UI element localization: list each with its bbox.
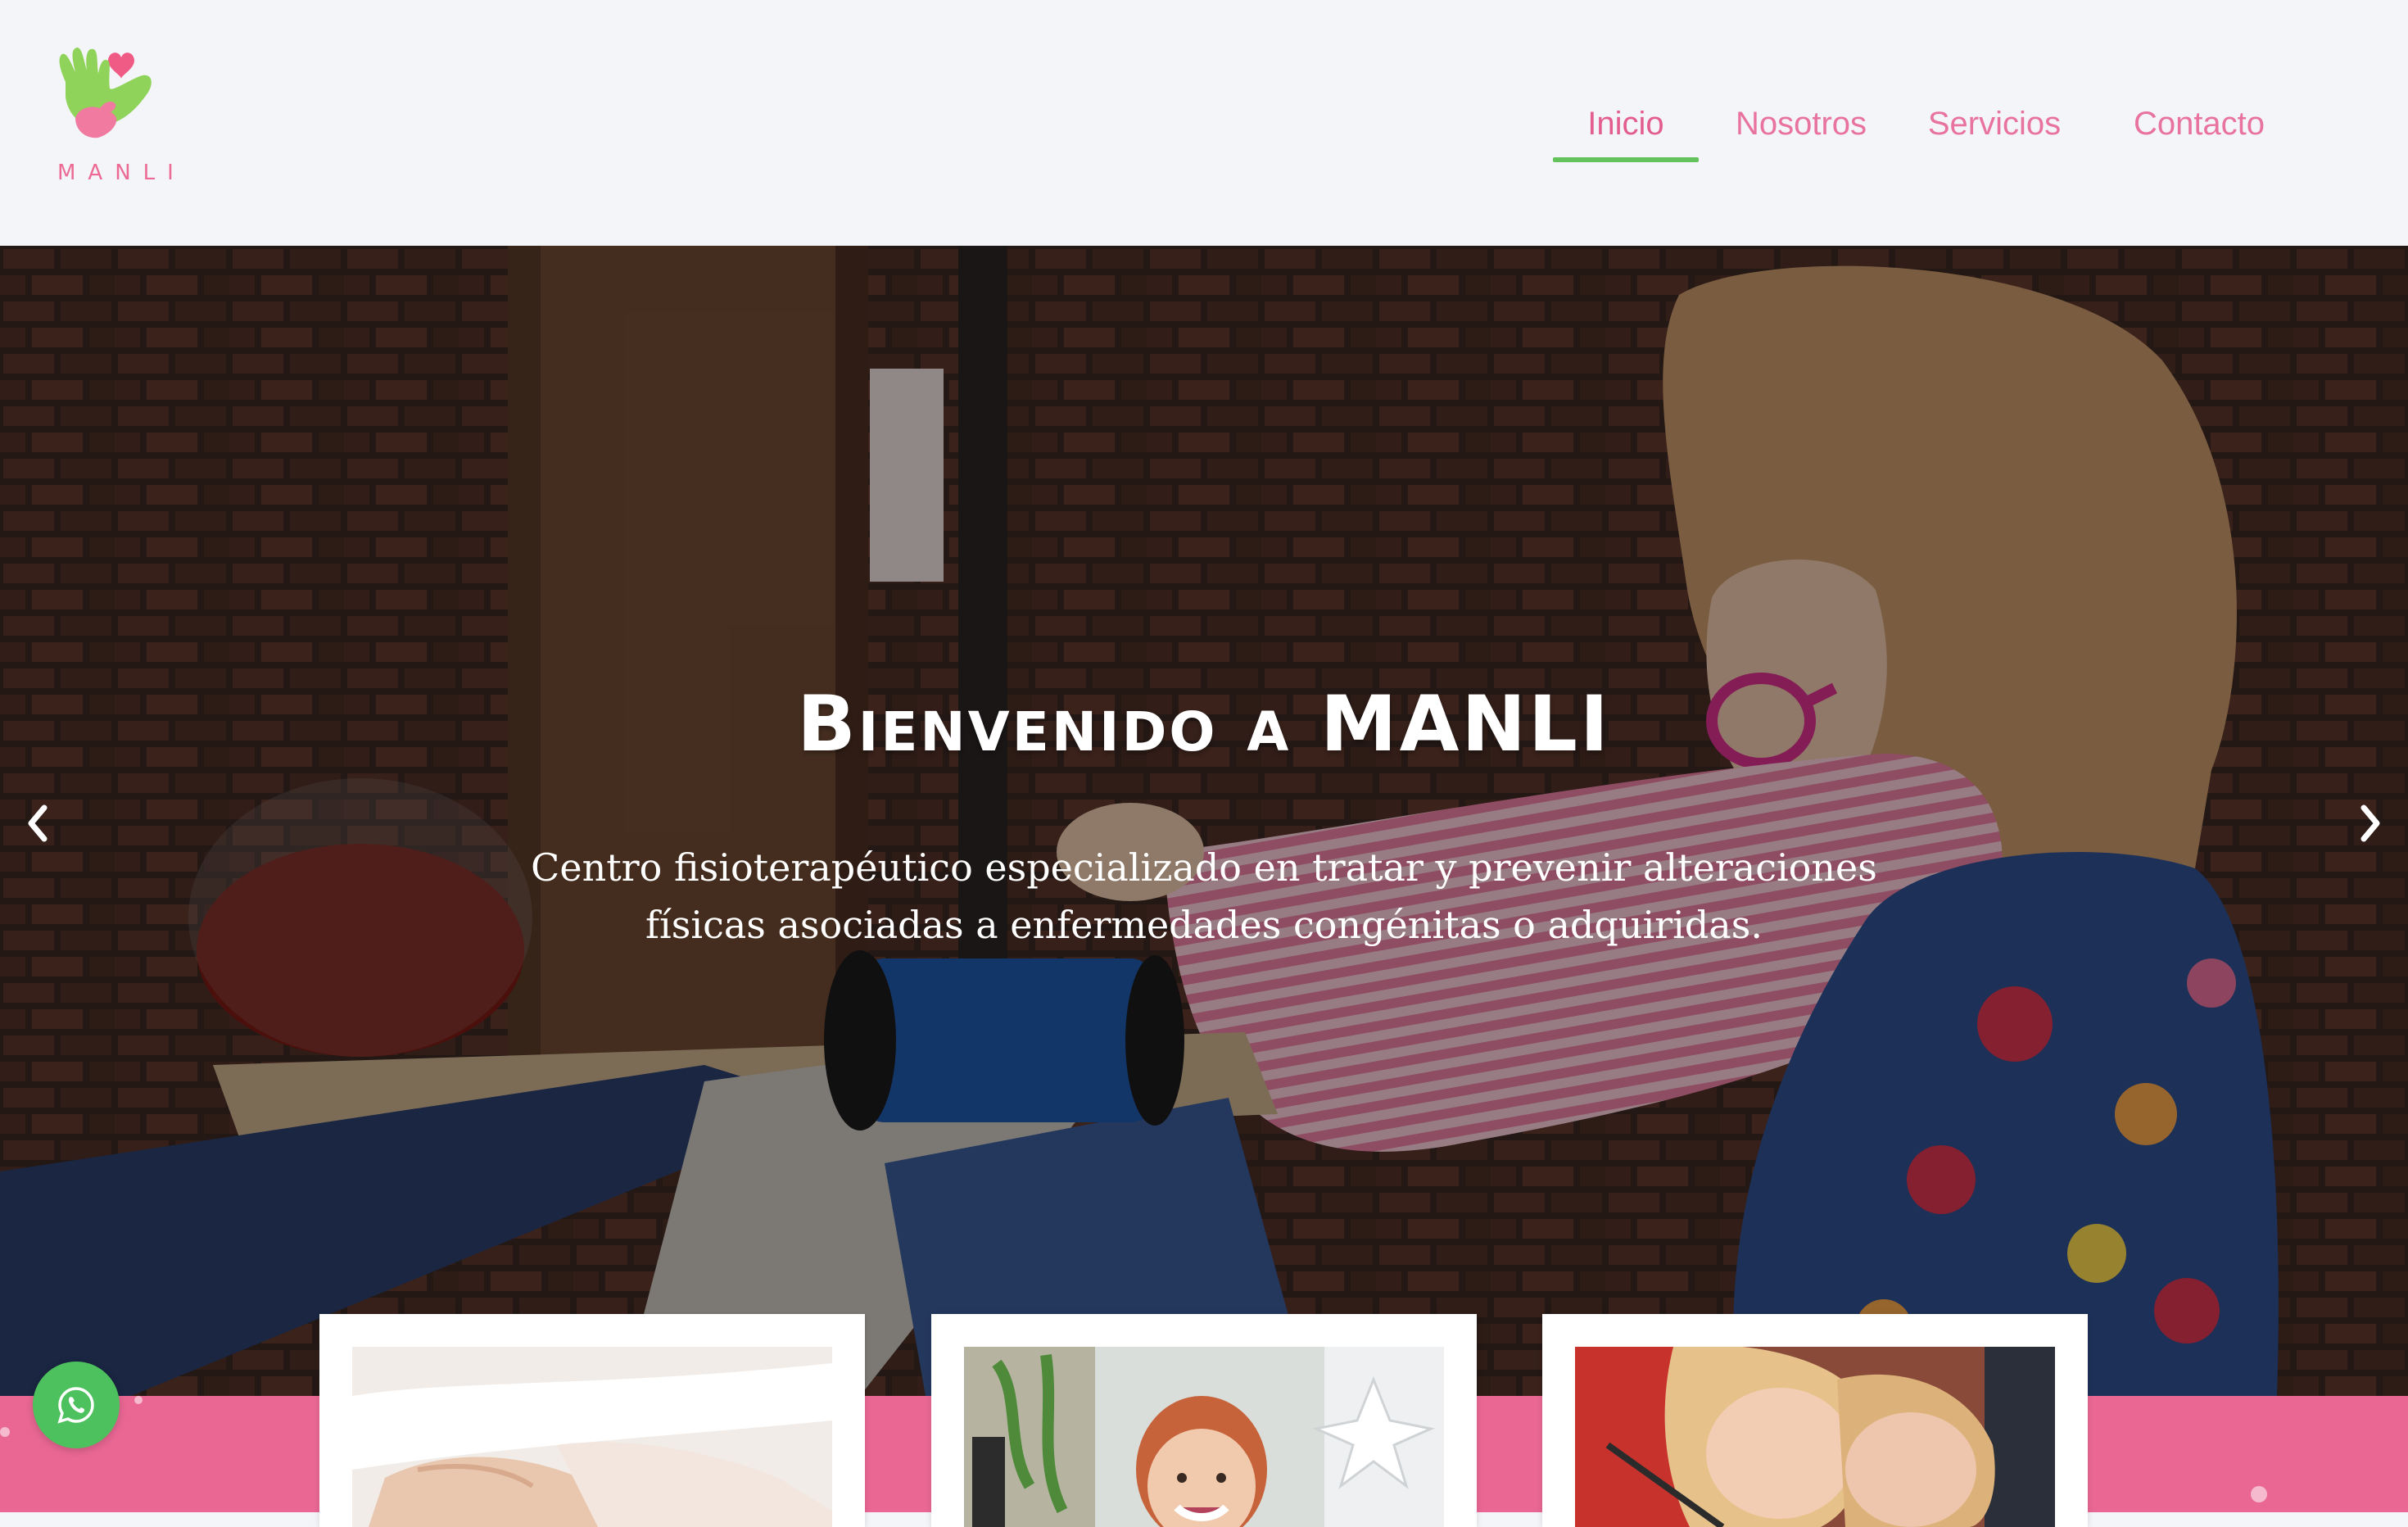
carousel-prev-button[interactable] — [13, 795, 62, 852]
carousel-next-button[interactable] — [2346, 795, 2395, 852]
nav-item-label: Contacto — [2133, 106, 2265, 142]
hands-massage-photo — [352, 1347, 832, 1527]
nav-item-nosotros[interactable]: Nosotros — [1723, 95, 1879, 162]
hero-subtitle: Centro fisioterapéutico especializado en… — [531, 845, 1877, 947]
service-card-3[interactable] — [1542, 1314, 2088, 1527]
nav-item-label: Inicio — [1587, 106, 1664, 142]
nav-item-label: Nosotros — [1735, 106, 1867, 142]
service-card-2[interactable] — [931, 1314, 1477, 1527]
nav-item-contacto[interactable]: Contacto — [2121, 95, 2277, 162]
hands-heart-logo-icon — [59, 48, 152, 138]
hero-carousel: Bienvenido a MANLI Centro fisioterapéuti… — [0, 246, 2408, 1396]
service-card-image — [1575, 1347, 2055, 1527]
nav-item-inicio[interactable]: Inicio — [1553, 95, 1699, 162]
active-nav-underline — [1553, 157, 1699, 162]
nav-item-label: Servicios — [1927, 106, 2062, 142]
decorative-dot — [134, 1396, 143, 1404]
decorative-dot — [2251, 1486, 2267, 1502]
chevron-left-icon — [28, 804, 48, 842]
chevron-right-icon — [2360, 804, 2380, 842]
whatsapp-button[interactable] — [33, 1362, 120, 1448]
service-card-image — [964, 1347, 1444, 1527]
hero-dark-overlay — [0, 246, 2408, 1396]
decorative-dot — [0, 1427, 10, 1437]
hero-title: Bienvenido a MANLI — [797, 680, 1611, 769]
logo-wordmark: MANLI — [57, 161, 186, 185]
site-header: MANLI Inicio Nosotros Servicios Contacto — [0, 0, 2408, 246]
service-card-1[interactable] — [319, 1314, 865, 1527]
children-drawing-photo — [1575, 1347, 2055, 1527]
manli-logo[interactable]: MANLI — [51, 43, 198, 198]
service-card-image — [352, 1347, 832, 1527]
nav-item-servicios[interactable]: Servicios — [1903, 95, 2085, 162]
smiling-child-photo — [964, 1347, 1444, 1527]
whatsapp-icon — [57, 1387, 94, 1424]
